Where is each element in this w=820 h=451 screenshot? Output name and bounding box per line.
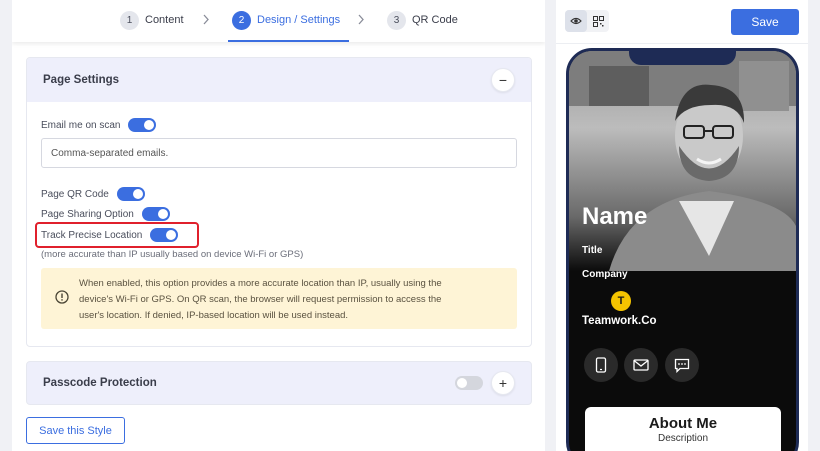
eye-icon[interactable]: [565, 10, 587, 32]
about-description: Description: [657, 433, 709, 444]
qr-code-toggle[interactable]: [116, 187, 145, 201]
card-organization: Teamwork.Co: [582, 315, 657, 327]
emails-input[interactable]: Comma-separated emails.: [41, 138, 517, 168]
chevron-right-icon: [203, 14, 209, 25]
qr-code-label: Page QR Code: [41, 188, 109, 200]
preview-panel: Save Name Title Company T Teamwork.Co Ab…: [556, 0, 808, 451]
editor-panel: 1 Content 2 Design / Settings 3 QR Code …: [12, 0, 545, 451]
step-number: 1: [120, 10, 139, 30]
step-label: QR Code: [412, 14, 458, 26]
about-section: About Me Description: [585, 407, 781, 451]
active-step-underline: [228, 40, 349, 42]
about-heading: About Me: [648, 415, 718, 432]
card-title: Title: [582, 245, 603, 256]
email-on-scan-label: Email me on scan: [41, 119, 121, 131]
expand-button[interactable]: +: [491, 371, 515, 395]
note-line: When enabled, this option provides a mor…: [79, 278, 442, 289]
phone-icon[interactable]: [584, 348, 618, 382]
card-company: Company: [582, 269, 628, 280]
emails-placeholder: Comma-separated emails.: [51, 147, 169, 159]
location-info-note: When enabled, this option provides a mor…: [41, 268, 517, 329]
qr-code-row: Page QR Code: [41, 187, 145, 201]
email-on-scan-toggle[interactable]: [128, 118, 157, 132]
card-name: Name: [582, 203, 648, 230]
passcode-panel[interactable]: Passcode Protection +: [26, 361, 532, 405]
chevron-right-icon: [358, 14, 364, 25]
panel-title: Page Settings: [43, 74, 120, 86]
track-location-hint: (more accurate than IP usually based on …: [41, 249, 304, 260]
sharing-toggle[interactable]: [141, 207, 170, 221]
preview-toolbar: Save: [556, 0, 808, 44]
passcode-toggle[interactable]: [455, 376, 483, 390]
email-on-scan-row: Email me on scan: [41, 118, 157, 132]
step-number: 2: [232, 10, 251, 30]
company-logo: T: [611, 291, 631, 311]
passcode-title: Passcode Protection: [43, 377, 157, 389]
save-style-button[interactable]: Save this Style: [26, 417, 125, 444]
step-label: Design / Settings: [257, 14, 341, 26]
qr-icon[interactable]: [587, 10, 609, 32]
save-button[interactable]: Save: [731, 9, 799, 35]
collapse-button[interactable]: −: [491, 68, 515, 92]
phone-preview: Name Title Company T Teamwork.Co About M…: [566, 48, 799, 451]
step-content[interactable]: 1 Content: [120, 9, 184, 31]
warning-icon: [55, 290, 69, 304]
person-illustration: [569, 51, 796, 271]
note-line: user's location. If denied, IP-based loc…: [79, 310, 349, 321]
step-number: 3: [387, 10, 406, 30]
stepper: 1 Content 2 Design / Settings 3 QR Code: [12, 0, 545, 42]
step-label: Content: [145, 14, 184, 26]
page-settings-panel: Page Settings − Email me on scan Comma-s…: [26, 57, 532, 347]
mail-icon[interactable]: [624, 348, 658, 382]
sharing-row: Page Sharing Option: [41, 207, 170, 221]
note-line: device's Wi-Fi or GPS. On QR scan, the b…: [79, 294, 442, 305]
phone-notch: [629, 51, 736, 65]
profile-photo: [569, 51, 796, 271]
step-qr-code[interactable]: 3 QR Code: [387, 9, 458, 31]
message-icon[interactable]: [665, 348, 699, 382]
view-mode-toggle: [565, 10, 609, 32]
sharing-label: Page Sharing Option: [41, 208, 134, 220]
track-location-highlight: [35, 222, 199, 248]
step-design-settings[interactable]: 2 Design / Settings: [232, 9, 340, 31]
page-settings-header[interactable]: Page Settings −: [27, 58, 531, 102]
